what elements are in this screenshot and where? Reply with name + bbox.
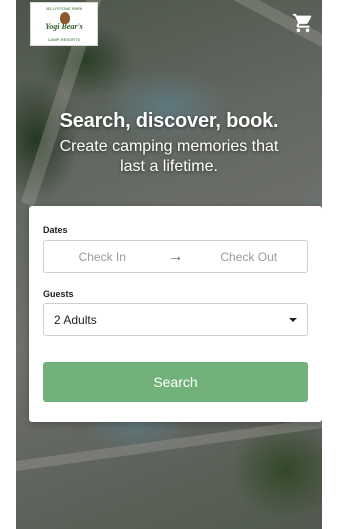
dates-label: Dates	[43, 225, 68, 235]
check-in-input[interactable]: Check In	[44, 250, 161, 264]
brand-logo[interactable]: JELLYSTONE PARK Yogi Bear's CAMP-RESORTS	[30, 2, 98, 46]
guests-value: 2 Adults	[54, 312, 97, 327]
hero-subtitle: Create camping memories that last a life…	[59, 138, 279, 175]
logo-arc-text: JELLYSTONE PARK	[45, 6, 83, 11]
arrow-right-icon: →	[167, 247, 184, 265]
guests-select[interactable]: 2 Adults	[43, 303, 308, 336]
logo-sub-text: CAMP-RESORTS	[47, 37, 81, 42]
shopping-cart-icon[interactable]	[292, 12, 314, 34]
search-button[interactable]: Search	[43, 362, 308, 402]
dates-field[interactable]: Check In → Check Out	[43, 240, 308, 273]
check-out-input[interactable]: Check Out	[191, 250, 308, 264]
caret-down-icon	[289, 317, 297, 322]
app-screen: JELLYSTONE PARK Yogi Bear's CAMP-RESORTS…	[16, 0, 322, 529]
hero-section: Search, discover, book. Create camping m…	[16, 110, 322, 177]
bear-icon	[60, 12, 70, 24]
guests-label: Guests	[43, 289, 74, 299]
booking-search-card: Dates Check In → Check Out Guests 2 Adul…	[29, 206, 322, 422]
hero-title: Search, discover, book.	[59, 110, 279, 132]
